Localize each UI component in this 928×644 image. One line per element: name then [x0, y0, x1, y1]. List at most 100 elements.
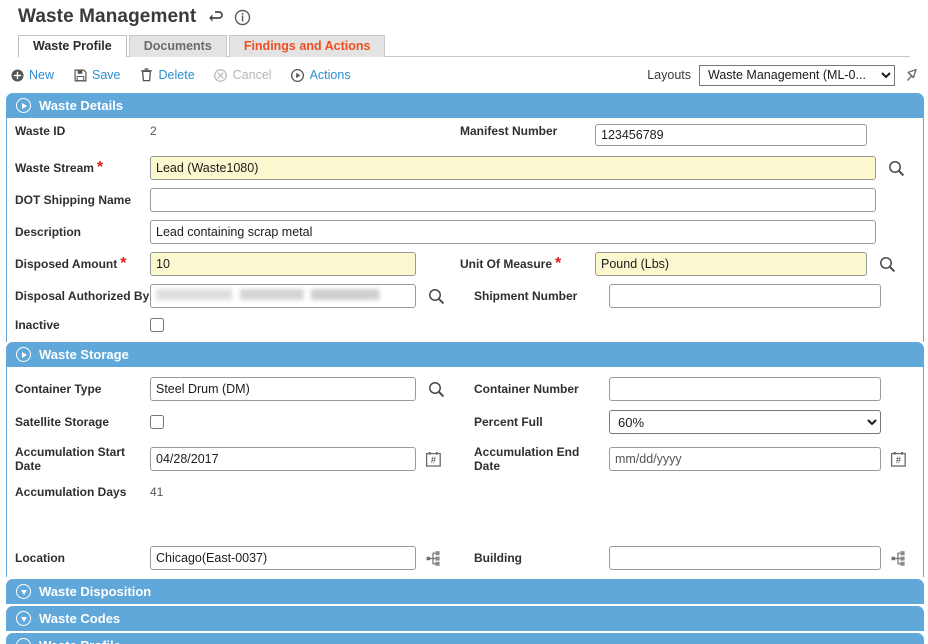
label-inactive: Inactive — [15, 318, 60, 332]
expand-toggle-icon[interactable] — [16, 584, 31, 599]
container-number-input[interactable] — [609, 377, 881, 401]
new-button[interactable]: New — [10, 68, 54, 82]
new-button-label: New — [29, 68, 55, 82]
return-arrow-icon[interactable] — [206, 9, 224, 25]
tab-findings-and-actions[interactable]: Findings and Actions — [228, 35, 386, 57]
label-satellite-storage: Satellite Storage — [15, 415, 110, 429]
actions-button-label: Actions — [309, 68, 351, 82]
floppy-disk-icon — [73, 68, 87, 82]
form-row-disposed-amount: Disposed Amount * Unit Of Measure * — [7, 248, 923, 280]
section-header-waste-disposition[interactable]: Waste Disposition — [6, 579, 924, 604]
section-title-waste-profile: Waste Profile — [39, 638, 121, 644]
accumulation-start-date-input[interactable] — [150, 447, 416, 471]
form-spacer — [7, 505, 923, 543]
search-icon[interactable] — [888, 160, 905, 177]
label-shipment-number: Shipment Number — [474, 289, 578, 303]
form-row-accumulation-days: Accumulation Days 41 — [7, 479, 923, 505]
unit-of-measure-input[interactable] — [595, 252, 867, 276]
section-title-waste-disposition: Waste Disposition — [39, 584, 152, 599]
label-accumulation-start-date: Accumulation Start Date — [15, 445, 126, 473]
tree-picker-icon[interactable] — [426, 550, 443, 567]
collapse-toggle-icon[interactable] — [16, 347, 31, 362]
label-waste-id: Waste ID — [15, 124, 66, 138]
expand-toggle-icon[interactable] — [16, 611, 31, 626]
section-header-waste-storage[interactable]: Waste Storage — [6, 342, 924, 367]
pin-icon[interactable] — [903, 66, 922, 85]
container-type-input[interactable] — [150, 377, 416, 401]
delete-button-label: Delete — [158, 68, 195, 82]
cancel-button-label: Cancel — [232, 68, 272, 82]
label-waste-stream: Waste Stream — [15, 161, 94, 175]
tab-documents[interactable]: Documents — [128, 35, 227, 57]
waste-management-page: Waste Management Waste Profile Documents… — [0, 0, 928, 644]
label-unit-of-measure: Unit Of Measure — [460, 257, 553, 271]
label-manifest-number: Manifest Number — [460, 124, 558, 138]
percent-full-select[interactable]: 60% — [609, 410, 881, 434]
page-title: Waste Management — [18, 6, 197, 27]
calendar-picker-icon[interactable]: # — [890, 451, 907, 468]
tab-documents-label: Documents — [143, 39, 212, 53]
required-marker: * — [555, 255, 562, 272]
value-waste-id: 2 — [150, 124, 157, 138]
collapse-toggle-icon[interactable] — [16, 98, 31, 113]
tab-bar: Waste Profile Documents Findings and Act… — [18, 35, 928, 57]
description-input[interactable] — [150, 220, 876, 244]
section-title-waste-storage: Waste Storage — [39, 347, 129, 362]
form-row-description: Description — [7, 216, 923, 248]
form-row-location: Location Building — [7, 543, 923, 573]
label-building: Building — [474, 551, 522, 565]
tab-findings-and-actions-label: Findings and Actions — [243, 39, 371, 53]
section-header-waste-profile[interactable]: Waste Profile — [6, 633, 924, 644]
play-circle-icon — [291, 68, 305, 82]
trash-icon — [140, 68, 154, 82]
actions-button[interactable]: Actions — [291, 68, 351, 82]
manifest-number-input[interactable] — [595, 124, 867, 146]
value-accumulation-days: 41 — [150, 485, 164, 499]
label-dot-shipping-name: DOT Shipping Name — [15, 193, 132, 207]
svg-text:#: # — [431, 455, 436, 465]
search-icon[interactable] — [428, 288, 445, 305]
cancel-button[interactable]: Cancel — [214, 68, 272, 82]
calendar-picker-icon[interactable]: # — [425, 451, 442, 468]
dot-shipping-name-input[interactable] — [150, 188, 876, 212]
waste-stream-input[interactable] — [150, 156, 876, 180]
section-header-waste-details[interactable]: Waste Details — [6, 93, 924, 118]
save-button[interactable]: Save — [73, 68, 121, 82]
label-accumulation-days: Accumulation Days — [15, 485, 127, 499]
layouts-control: Layouts Waste Management (ML-0... — [647, 64, 922, 86]
label-location: Location — [15, 551, 65, 565]
label-container-type: Container Type — [15, 382, 102, 396]
tab-waste-profile[interactable]: Waste Profile — [18, 35, 127, 57]
title-bar: Waste Management — [0, 0, 928, 30]
section-body-waste-details: Waste ID 2 Manifest Number Waste Stream … — [6, 118, 924, 342]
location-input[interactable] — [150, 546, 416, 570]
label-percent-full: Percent Full — [474, 415, 543, 429]
required-marker: * — [96, 159, 104, 176]
form-row-inactive: Inactive — [7, 312, 923, 338]
label-accumulation-end-date: Accumulation End Date — [474, 445, 580, 473]
label-description: Description — [15, 225, 82, 239]
shipment-number-input[interactable] — [609, 284, 881, 308]
section-header-waste-codes[interactable]: Waste Codes — [6, 606, 924, 631]
satellite-storage-checkbox[interactable] — [150, 415, 164, 429]
delete-button[interactable]: Delete — [140, 68, 195, 82]
section-body-waste-storage: Container Type Container Number Satellit… — [6, 367, 924, 577]
svg-text:#: # — [896, 455, 901, 465]
redacted-value-overlay — [156, 289, 410, 300]
expand-toggle-icon[interactable] — [16, 638, 31, 644]
cancel-circle-icon — [214, 68, 228, 82]
layouts-select[interactable]: Waste Management (ML-0... — [699, 64, 895, 86]
tree-picker-icon[interactable] — [891, 550, 908, 567]
inactive-checkbox[interactable] — [150, 318, 164, 332]
search-icon[interactable] — [879, 256, 896, 273]
disposed-amount-input[interactable] — [150, 252, 416, 276]
label-disposal-authorized-by: Disposal Authorized By — [15, 289, 150, 303]
form-row-container-type: Container Type Container Number — [7, 373, 923, 405]
search-icon[interactable] — [428, 381, 445, 398]
building-input[interactable] — [609, 546, 881, 570]
info-icon[interactable] — [234, 9, 251, 26]
plus-circle-icon — [10, 68, 24, 82]
accumulation-end-date-input[interactable] — [609, 447, 881, 471]
section-title-waste-details: Waste Details — [39, 98, 124, 113]
tab-waste-profile-label: Waste Profile — [33, 39, 112, 53]
